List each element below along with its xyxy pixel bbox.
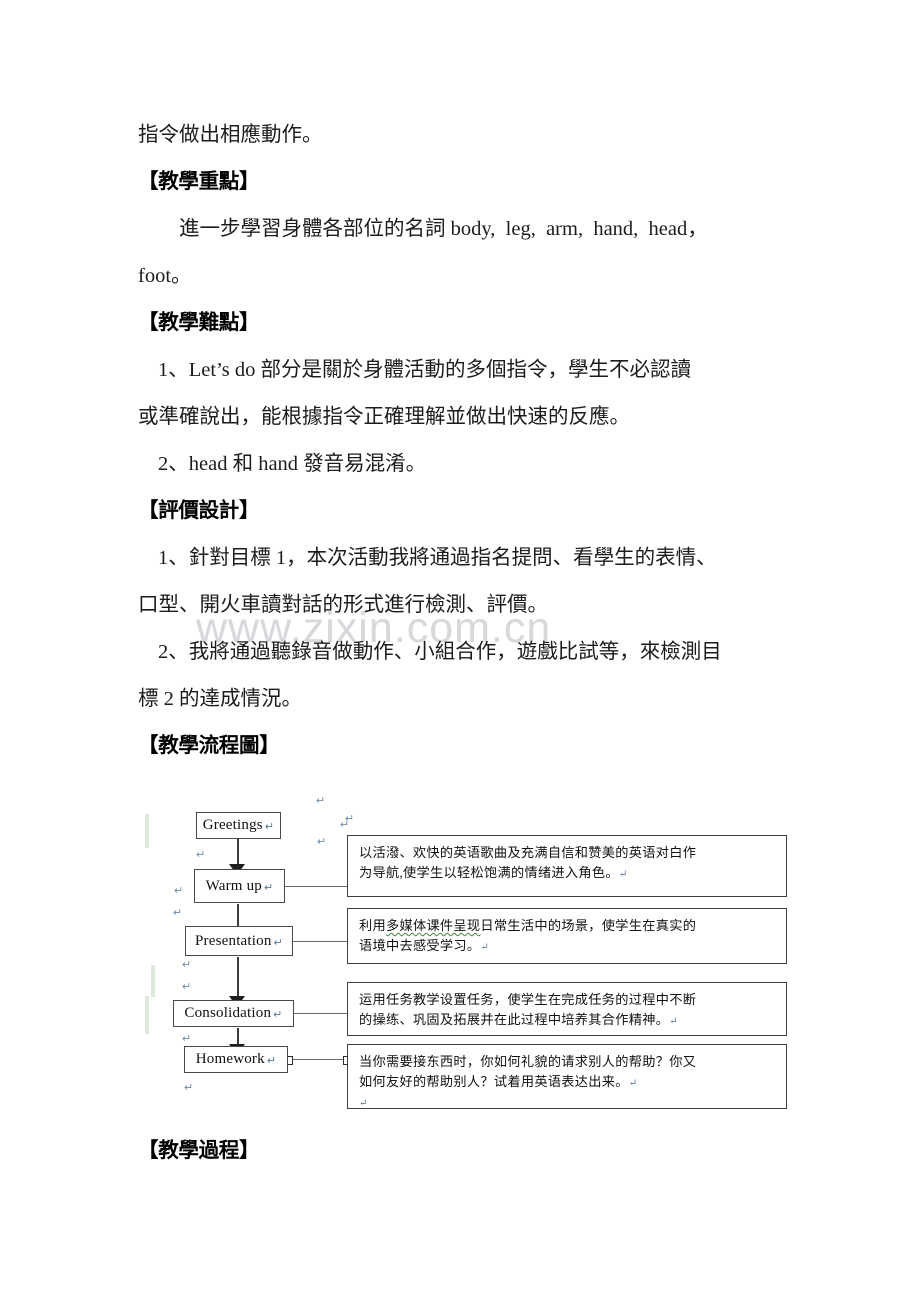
document-body: 指令做出相應動作。 【教學重點】 進一步學習身體各部位的名詞 body, leg… bbox=[138, 112, 786, 770]
pilcrow-mark: ↵ bbox=[264, 881, 274, 894]
heading-teaching-focus: 【教學重點】 bbox=[138, 171, 260, 193]
callout-line: 的操练、巩固及拓展并在此过程中培养其合作精神。 bbox=[359, 1012, 670, 1027]
paragraph-intro-continued: 指令做出相應動作。 bbox=[138, 124, 323, 146]
pilcrow-mark: ↵ bbox=[628, 1078, 638, 1089]
flow-stage-label: Warm up bbox=[205, 877, 262, 894]
scan-artifact-margin-low bbox=[145, 996, 149, 1034]
flow-stage-label: Consolidation bbox=[184, 1005, 272, 1021]
scan-artifact-margin-top bbox=[145, 814, 149, 848]
heading-teaching-difficulty: 【教學難點】 bbox=[138, 312, 260, 334]
pilcrow-mark: ↵ bbox=[340, 819, 350, 831]
connector-presentation-consolidation bbox=[237, 957, 239, 1004]
callout-spellcheck-phrase: 多媒体课件呈现 bbox=[385, 918, 481, 933]
pilcrow-mark: ↵ bbox=[669, 1016, 678, 1027]
pilcrow-mark: ↵ bbox=[618, 869, 628, 880]
paragraph-focus-line2: foot。 bbox=[138, 265, 192, 287]
connector-greetings-warmup bbox=[237, 839, 239, 868]
pilcrow-mark: ↵ bbox=[316, 795, 326, 807]
callout-homework[interactable]: 当你需要接东西时，你如何礼貌的请求别人的帮助？你又 如何友好的帮助别人？试着用英… bbox=[347, 1044, 787, 1109]
leader-homework bbox=[288, 1059, 348, 1061]
flow-stage-label: Homework bbox=[195, 1051, 265, 1067]
pilcrow-mark: ↵ bbox=[317, 836, 327, 848]
callout-consolidation[interactable]: 运用任务教学设置任务，使学生在完成任务的过程中不断 的操练、巩固及拓展并在此过程… bbox=[347, 982, 787, 1036]
callout-line: 如何友好的帮助别人？试着用英语表达出来。 bbox=[359, 1074, 629, 1089]
pilcrow-mark: ↵ bbox=[182, 981, 192, 993]
callout-line: 以活潑、欢快的英语歌曲及充满自信和赞美的英语对白作 bbox=[359, 845, 697, 860]
pilcrow-mark: ↵ bbox=[196, 849, 206, 861]
pilcrow-mark: ↵ bbox=[480, 942, 490, 953]
flow-stage-homework[interactable]: Homework ↵ bbox=[184, 1046, 288, 1073]
leader-warmup bbox=[285, 886, 347, 888]
paragraph-focus-line1: 進一步學習身體各部位的名詞 body, leg, arm, hand, head… bbox=[179, 218, 708, 240]
flow-stage-label: Greetings bbox=[202, 817, 263, 833]
paragraph-difficulty-line2: 或準確說出，能根據指令正確理解並做出快速的反應。 bbox=[138, 406, 630, 428]
pilcrow-mark: ↵ bbox=[182, 959, 192, 971]
leader-presentation bbox=[293, 941, 347, 943]
callout-line: 运用任务教学设置任务，使学生在完成任务的过程中不断 bbox=[359, 992, 697, 1007]
pilcrow-mark: ↵ bbox=[359, 1098, 368, 1109]
pilcrow-mark: ↵ bbox=[266, 1055, 277, 1067]
flow-stage-warm-up[interactable]: Warm up ↵ bbox=[194, 869, 285, 903]
scan-artifact-margin-mid bbox=[151, 965, 155, 997]
paragraph-difficulty-line3: 2、head 和 hand 發音易混淆。 bbox=[158, 453, 427, 475]
pilcrow-mark: ↵ bbox=[182, 1033, 192, 1045]
callout-line-suffix: 日常生活中的场景，使学生在真实的 bbox=[480, 918, 697, 933]
pilcrow-mark: ↵ bbox=[184, 1082, 194, 1094]
pilcrow-mark: ↵ bbox=[345, 813, 355, 825]
leader-consolidation bbox=[294, 1013, 347, 1015]
heading-evaluation-design: 【評價設計】 bbox=[138, 500, 260, 522]
paragraph-difficulty-line1: 1、Let’s do 部分是關於身體活動的多個指令，學生不必認讀 bbox=[158, 359, 691, 381]
pilcrow-mark: ↵ bbox=[173, 907, 183, 919]
callout-presentation[interactable]: 利用多媒体课件呈现日常生活中的场景，使学生在真实的 语境中去感受学习。↵ bbox=[347, 908, 787, 964]
flow-stage-label: Presentation bbox=[195, 932, 272, 949]
callout-line: 当你需要接东西时，你如何礼貌的请求别人的帮助？你又 bbox=[359, 1054, 697, 1069]
callout-warm-up[interactable]: 以活潑、欢快的英语歌曲及充满自信和赞美的英语对白作 为导航,使学生以轻松饱满的情… bbox=[347, 835, 787, 897]
paragraph-evaluation-line2: 口型、開火車讀對話的形式進行檢測、評價。 bbox=[138, 594, 548, 616]
flow-stage-consolidation[interactable]: Consolidation ↵ bbox=[173, 1000, 294, 1027]
heading-teaching-process: 【教學過程】 bbox=[138, 1140, 260, 1162]
callout-line: 为导航,使学生以轻松饱满的情绪进入角色。 bbox=[359, 865, 619, 880]
pilcrow-mark: ↵ bbox=[273, 936, 283, 949]
paragraph-evaluation-line1: 1、針對目標 1，本次活動我將通過指名提問、看學生的表情、 bbox=[158, 547, 717, 569]
flow-stage-greetings[interactable]: Greetings ↵ bbox=[196, 812, 281, 839]
pilcrow-mark: ↵ bbox=[264, 821, 275, 833]
paragraph-evaluation-line3: 2、我將通過聽錄音做動作、小組合作，遊戲比試等，來檢測目 bbox=[158, 641, 722, 663]
paragraph-evaluation-line4: 標 2 的達成情況。 bbox=[138, 688, 302, 710]
document-page: www.zixin.com.cn 指令做出相應動作。 【教學重點】 進一步學習身… bbox=[0, 0, 920, 1302]
callout-line: 语境中去感受学习。 bbox=[359, 938, 481, 953]
heading-teaching-flowchart: 【教學流程圖】 bbox=[138, 735, 280, 757]
pilcrow-mark: ↵ bbox=[174, 885, 184, 897]
flow-stage-presentation[interactable]: Presentation ↵ bbox=[185, 926, 293, 956]
pilcrow-mark: ↵ bbox=[273, 1009, 283, 1021]
callout-line-prefix: 利用 bbox=[359, 918, 386, 933]
